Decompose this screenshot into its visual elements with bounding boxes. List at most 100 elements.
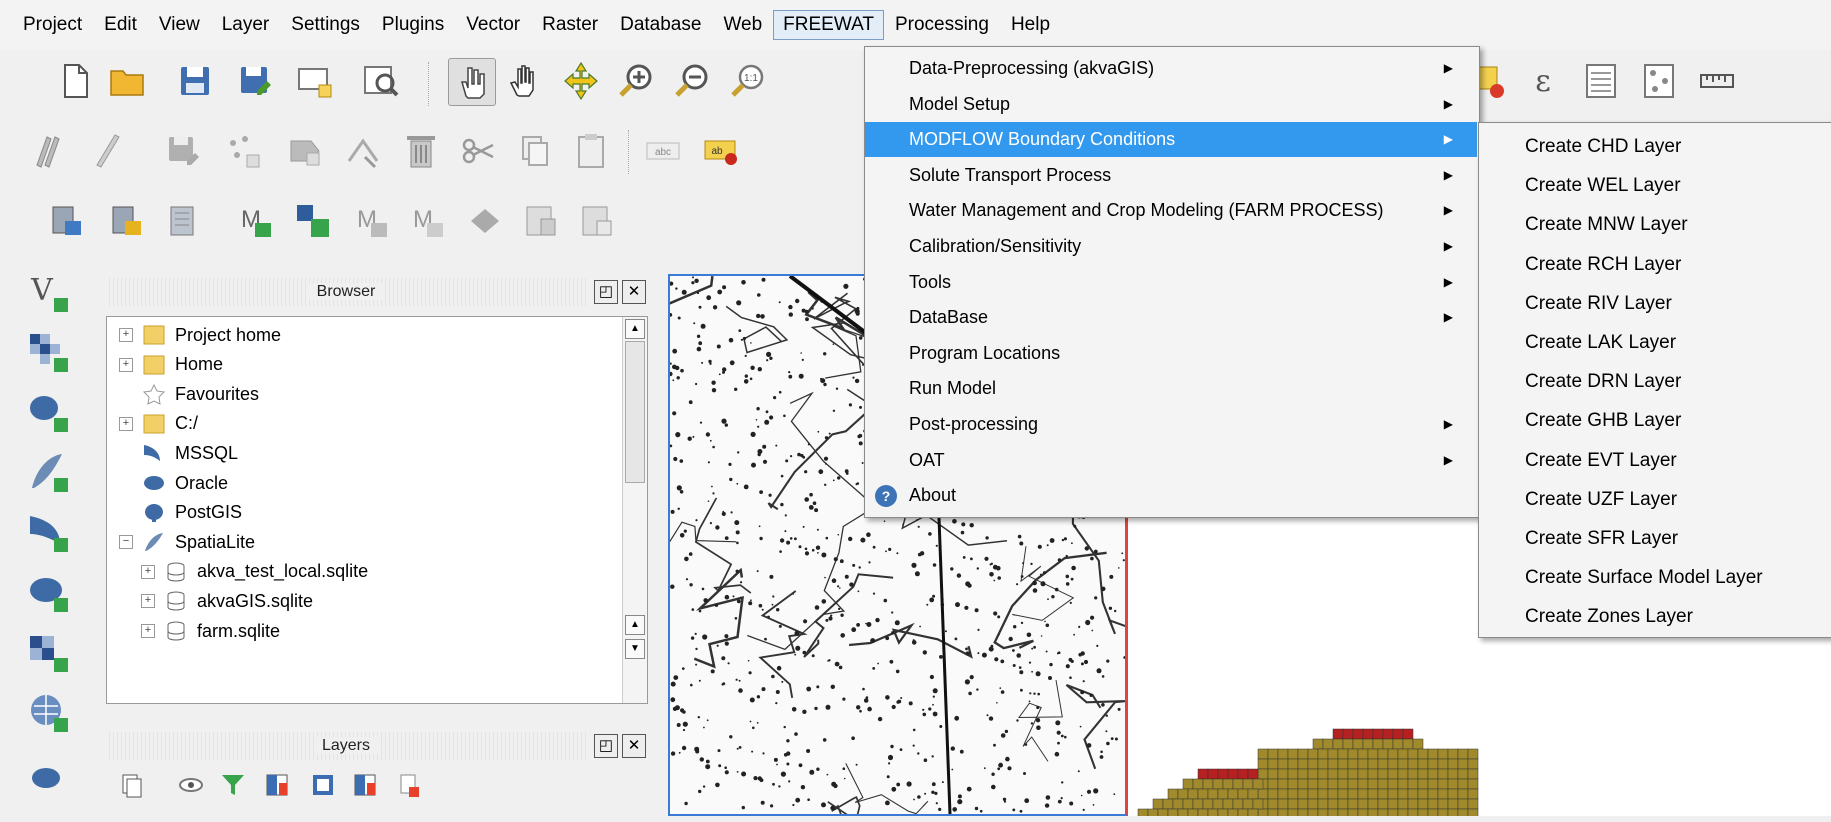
- zoom-in-icon[interactable]: [614, 58, 660, 104]
- menu-edit[interactable]: Edit: [93, 10, 148, 40]
- submenu-item-create-lak-layer[interactable]: Create LAK Layer: [1479, 323, 1831, 362]
- label-pin-icon[interactable]: ab: [698, 128, 744, 174]
- save-as-icon[interactable]: [232, 58, 278, 104]
- cut-features-icon[interactable]: [456, 128, 502, 174]
- zoom-native-resolution-icon[interactable]: 1:1: [726, 58, 772, 104]
- browser-close-button[interactable]: ✕: [622, 280, 646, 304]
- save-layer-edits-icon[interactable]: [160, 128, 206, 174]
- add-wfs-layer-icon[interactable]: [22, 750, 76, 804]
- touch-zoom-pan-icon[interactable]: [448, 58, 496, 106]
- menu-vector[interactable]: Vector: [455, 10, 531, 40]
- tree-expander-icon[interactable]: +: [119, 357, 133, 372]
- delete-selected-icon[interactable]: [398, 128, 444, 174]
- tree-expander-icon[interactable]: +: [119, 416, 133, 431]
- table-export-icon[interactable]: [574, 198, 620, 244]
- tree-item-project-home[interactable]: + Project home: [119, 321, 281, 349]
- layer-export-icon[interactable]: [104, 198, 150, 244]
- layers-float-button[interactable]: ◰: [594, 734, 618, 758]
- freewat-menu-item-database[interactable]: DataBase ▶: [865, 300, 1477, 335]
- model-layer-icon[interactable]: M: [348, 198, 394, 244]
- tree-item-spatialite[interactable]: − SpatiaLite: [119, 528, 255, 556]
- model-edit-icon[interactable]: M: [404, 198, 450, 244]
- scroll-up-button[interactable]: ▲: [625, 319, 645, 339]
- add-raster-layer-icon[interactable]: [22, 326, 76, 380]
- toggle-editing-icon[interactable]: [84, 128, 130, 174]
- menu-layer[interactable]: Layer: [211, 10, 281, 40]
- move-feature-icon[interactable]: [282, 128, 328, 174]
- menu-help[interactable]: Help: [1000, 10, 1061, 40]
- submenu-item-create-evt-layer[interactable]: Create EVT Layer: [1479, 441, 1831, 480]
- freewat-menu-item-tools[interactable]: Tools ▶: [865, 265, 1477, 300]
- freewat-menu-item-post-processing[interactable]: Post-processing ▶: [865, 407, 1477, 442]
- measure-line-icon[interactable]: [1694, 58, 1740, 104]
- freewat-menu-item-oat[interactable]: OAT ▶: [865, 443, 1477, 478]
- menu-project[interactable]: Project: [12, 10, 93, 40]
- open-layer-styling-icon[interactable]: [114, 768, 148, 802]
- model-add-icon[interactable]: M: [232, 198, 278, 244]
- add-mssql-layer-icon[interactable]: [22, 506, 76, 560]
- add-postgis-layer-icon[interactable]: [22, 386, 76, 440]
- copy-features-icon[interactable]: [512, 128, 558, 174]
- composer-manager-icon[interactable]: [358, 58, 404, 104]
- menu-freewat[interactable]: FREEWAT: [773, 10, 884, 40]
- tree-item-akvagis-sqlite[interactable]: + akvaGIS.sqlite: [141, 587, 313, 615]
- tree-expander-icon[interactable]: +: [141, 624, 155, 638]
- tree-expander-icon[interactable]: +: [141, 594, 155, 609]
- current-edits-icon[interactable]: [28, 128, 74, 174]
- freewat-menu-item-modflow-boundary-conditions[interactable]: MODFLOW Boundary Conditions ▶: [865, 122, 1477, 158]
- node-tool-icon[interactable]: [340, 128, 386, 174]
- layers-close-button[interactable]: ✕: [622, 734, 646, 758]
- browser-scrollbar[interactable]: ▲ ▲ ▼: [622, 317, 647, 703]
- scroll-down-button[interactable]: ▼: [625, 639, 645, 659]
- menu-web[interactable]: Web: [712, 10, 773, 40]
- browser-float-button[interactable]: ◰: [594, 280, 618, 304]
- pan-to-selection-icon[interactable]: [558, 58, 604, 104]
- submenu-item-create-wel-layer[interactable]: Create WEL Layer: [1479, 166, 1831, 205]
- freewat-menu-item-program-locations[interactable]: Program Locations: [865, 336, 1477, 371]
- expression-select-icon[interactable]: ε: [1520, 58, 1566, 104]
- tree-expander-icon[interactable]: −: [119, 535, 133, 550]
- submenu-item-create-rch-layer[interactable]: Create RCH Layer: [1479, 245, 1831, 284]
- tree-item-postgis[interactable]: PostGIS: [119, 499, 242, 527]
- tree-item-mssql[interactable]: MSSQL: [119, 439, 238, 467]
- paste-features-icon[interactable]: [568, 128, 614, 174]
- freewat-menu-item-water-management-and-crop-modeling-farm-process[interactable]: Water Management and Crop Modeling (FARM…: [865, 193, 1477, 228]
- model-tool-icon[interactable]: [462, 198, 508, 244]
- pan-map-icon[interactable]: [502, 58, 548, 104]
- tree-item-oracle[interactable]: Oracle: [119, 469, 228, 497]
- label-tool-icon[interactable]: abc: [640, 128, 686, 174]
- save-project-icon[interactable]: [172, 58, 218, 104]
- submenu-item-create-sfr-layer[interactable]: Create SFR Layer: [1479, 519, 1831, 558]
- new-print-composer-icon[interactable]: [292, 58, 338, 104]
- add-spatialite-layer-icon[interactable]: [22, 446, 76, 500]
- new-project-icon[interactable]: [52, 58, 98, 104]
- menu-database[interactable]: Database: [609, 10, 712, 40]
- menu-raster[interactable]: Raster: [531, 10, 609, 40]
- tree-expander-icon[interactable]: +: [119, 328, 133, 342]
- submenu-item-create-ghb-layer[interactable]: Create GHB Layer: [1479, 401, 1831, 440]
- scroll-thumb[interactable]: [625, 341, 645, 483]
- add-feature-icon[interactable]: [220, 128, 266, 174]
- tree-item-farm-sqlite[interactable]: + farm.sqlite: [141, 617, 280, 645]
- scroll-up-button-lower[interactable]: ▲: [625, 615, 645, 635]
- freewat-menu-item-model-setup[interactable]: Model Setup ▶: [865, 87, 1477, 122]
- menu-settings[interactable]: Settings: [280, 10, 371, 40]
- freewat-menu-item-data-preprocessing-akvagis[interactable]: Data-Preprocessing (akvaGIS) ▶: [865, 51, 1477, 86]
- menu-plugins[interactable]: Plugins: [371, 10, 455, 40]
- submenu-item-create-zones-layer[interactable]: Create Zones Layer: [1479, 597, 1831, 636]
- submenu-item-create-drn-layer[interactable]: Create DRN Layer: [1479, 362, 1831, 401]
- field-calculator-icon[interactable]: [1636, 58, 1682, 104]
- freewat-menu-item-run-model[interactable]: Run Model: [865, 371, 1477, 406]
- freewat-menu-item-calibration-sensitivity[interactable]: Calibration/Sensitivity ▶: [865, 229, 1477, 264]
- submenu-item-create-riv-layer[interactable]: Create RIV Layer: [1479, 284, 1831, 323]
- tree-item-c[interactable]: + C:/: [119, 410, 198, 438]
- add-oracle-layer-icon[interactable]: [22, 566, 76, 620]
- layer-import-icon[interactable]: [44, 198, 90, 244]
- layer-grid-icon[interactable]: [162, 198, 208, 244]
- submenu-item-create-chd-layer[interactable]: Create CHD Layer: [1479, 127, 1831, 166]
- submenu-item-create-mnw-layer[interactable]: Create MNW Layer: [1479, 205, 1831, 244]
- tree-item-akva-test-local-sqlite[interactable]: + akva_test_local.sqlite: [141, 558, 368, 586]
- table-tool-icon[interactable]: [518, 198, 564, 244]
- tree-item-home[interactable]: + Home: [119, 351, 223, 379]
- tree-item-favourites[interactable]: Favourites: [119, 380, 259, 408]
